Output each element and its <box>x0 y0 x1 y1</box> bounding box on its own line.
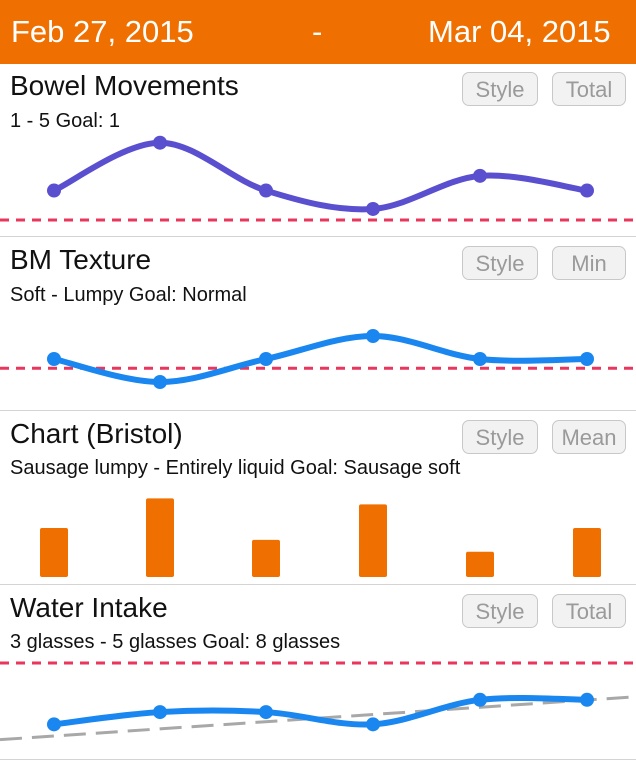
section-divider <box>0 236 636 237</box>
chart-bar <box>573 528 601 577</box>
section-divider <box>0 584 636 585</box>
data-point <box>47 183 61 198</box>
data-point <box>473 352 487 366</box>
chart-bar <box>252 539 280 577</box>
section-range: Sausage lumpy - Entirely liquid Goal: Sa… <box>10 457 461 479</box>
section-title: Water Intake <box>10 592 168 623</box>
aggregate-button[interactable]: Total <box>552 72 626 106</box>
series-line <box>51 694 590 728</box>
aggregate-button[interactable]: Mean <box>552 420 626 454</box>
style-button[interactable]: Style <box>462 420 538 454</box>
section-title: Bowel Movements <box>10 70 239 101</box>
date-range-header: Feb 27, 2015 - Mar 04, 2015 <box>0 0 636 64</box>
chart-bar <box>146 498 174 577</box>
data-point <box>153 705 167 720</box>
water-intake-chart <box>0 661 636 742</box>
data-point <box>366 329 380 343</box>
aggregate-button[interactable]: Min <box>552 246 626 280</box>
bowel-movements-chart <box>0 135 636 222</box>
data-point <box>153 375 167 389</box>
section-divider <box>0 759 636 760</box>
data-point <box>153 135 167 150</box>
data-point <box>580 183 594 198</box>
section-range: Soft - Lumpy Goal: Normal <box>10 284 247 306</box>
chart-bar <box>466 551 494 577</box>
data-point <box>259 705 273 720</box>
data-point <box>366 201 380 216</box>
data-point <box>366 717 380 732</box>
data-point <box>473 692 487 707</box>
bm-texture-chart <box>0 329 636 389</box>
section-title: BM Texture <box>10 244 152 275</box>
data-point <box>580 692 594 707</box>
series-line <box>51 332 590 386</box>
aggregate-button[interactable]: Total <box>552 594 626 628</box>
bristol-bar-chart <box>40 498 601 577</box>
date-separator: - <box>312 14 323 49</box>
chart-bar <box>40 528 68 577</box>
chart-bar <box>359 504 387 577</box>
section-title: Chart (Bristol) <box>10 418 183 449</box>
section-divider <box>0 410 636 411</box>
style-button[interactable]: Style <box>462 594 538 628</box>
style-button[interactable]: Style <box>462 246 538 280</box>
data-point <box>47 352 61 366</box>
data-point <box>473 168 487 183</box>
series-line <box>51 139 590 213</box>
data-point <box>259 183 273 198</box>
start-date[interactable]: Feb 27, 2015 <box>11 14 194 50</box>
section-range: 3 glasses - 5 glasses Goal: 8 glasses <box>10 631 341 653</box>
style-button[interactable]: Style <box>462 72 538 106</box>
end-date[interactable]: Mar 04, 2015 <box>428 14 611 50</box>
data-point <box>47 717 61 732</box>
data-point <box>580 352 594 366</box>
data-point <box>259 352 273 366</box>
